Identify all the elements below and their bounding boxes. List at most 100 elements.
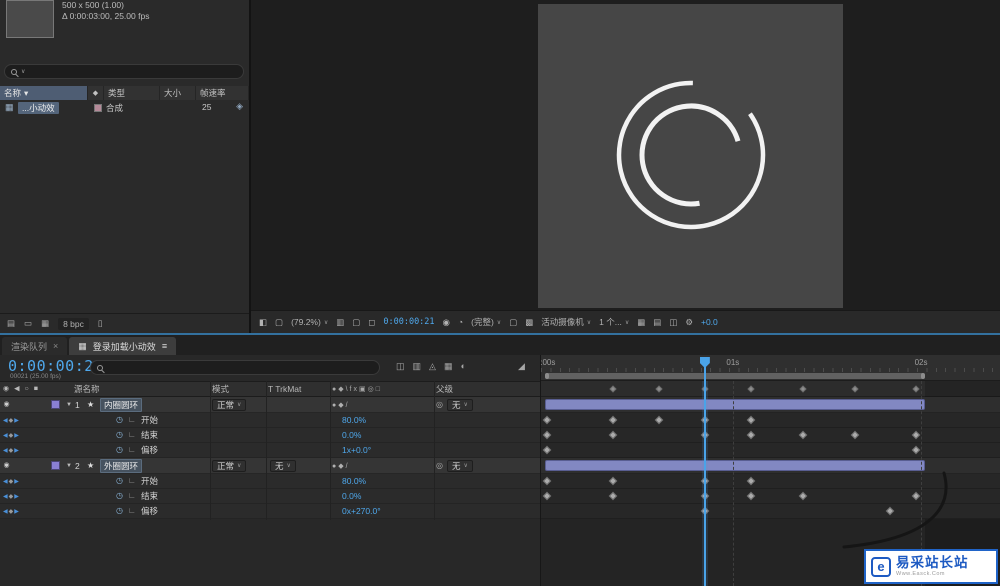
close-icon[interactable]: ×: [53, 341, 58, 351]
project-item-row[interactable]: ▦ ...小动效 合成 25 ◈: [0, 101, 249, 115]
channels-icon[interactable]: ◧: [259, 318, 267, 327]
camera-popup[interactable]: 活动摄像机 ∨: [541, 316, 591, 328]
property-name[interactable]: 结束: [141, 429, 158, 441]
show-snapshot-icon[interactable]: ◔: [458, 318, 463, 327]
guides-icon[interactable]: ▤: [653, 318, 661, 327]
property-name[interactable]: 偏移: [141, 505, 158, 517]
work-area-bar[interactable]: [545, 373, 926, 379]
motion-blur-icon[interactable]: ◐: [460, 362, 465, 371]
property-row-end[interactable]: ◀ ◆ ▶ ◷ ∟ 结束 0.0%: [0, 489, 540, 504]
stopwatch-icon[interactable]: ◷: [116, 507, 128, 515]
expand-icon[interactable]: ▼: [63, 402, 75, 408]
stopwatch-icon[interactable]: ◷: [116, 416, 128, 424]
column-parent[interactable]: 父级: [436, 383, 453, 395]
graph-icon[interactable]: ∟: [128, 446, 141, 454]
interpret-footage-icon[interactable]: ▤: [7, 319, 15, 328]
property-row-offset[interactable]: ◀ ◆ ▶ ◷ ∟ 偏移 1x+0.0°: [0, 443, 540, 458]
label-chip[interactable]: [51, 400, 60, 409]
property-name[interactable]: 结束: [141, 490, 158, 502]
pickwhip-icon[interactable]: ◎: [436, 400, 443, 409]
viewer-timecode[interactable]: 0:00:00:21: [383, 317, 434, 327]
layer-name[interactable]: 外圈圆环: [100, 458, 143, 473]
property-name[interactable]: 开始: [141, 475, 158, 487]
property-name[interactable]: 开始: [141, 414, 158, 426]
property-value[interactable]: 0.0%: [342, 430, 361, 440]
region-of-interest-icon[interactable]: ▢: [352, 318, 360, 327]
panel-menu-icon[interactable]: ≡: [162, 341, 167, 351]
view-layout-popup[interactable]: 1 个... ∨: [599, 316, 629, 328]
graph-icon[interactable]: ∟: [128, 431, 141, 439]
fast-previews-icon[interactable]: ▢: [509, 318, 517, 327]
new-composition-icon[interactable]: ▦: [41, 319, 49, 328]
column-header-label[interactable]: ◆: [88, 86, 104, 100]
keyframe-navigator[interactable]: ◀ ◆ ▶: [0, 447, 30, 454]
time-ruler[interactable]: 0:00s 01s 02s: [541, 355, 1000, 381]
keyframe-navigator[interactable]: ◀ ◆ ▶: [0, 417, 30, 424]
eye-icon[interactable]: ◉: [0, 401, 13, 408]
property-value[interactable]: 0x+270.0°: [342, 506, 381, 516]
property-row-end[interactable]: ◀ ◆ ▶ ◷ ∟ 结束 0.0%: [0, 428, 540, 443]
parent-dropdown[interactable]: 无 ∨: [446, 398, 473, 411]
column-header-size[interactable]: 大小: [160, 86, 196, 100]
graph-icon[interactable]: ∟: [128, 416, 141, 424]
transparency-grid-icon[interactable]: ▩: [525, 318, 533, 327]
column-header-name[interactable]: 名称 ▾: [0, 86, 88, 100]
column-mode[interactable]: 模式: [212, 383, 229, 395]
layer-switches[interactable]: ●◆/: [332, 462, 350, 470]
grid-guides-icon[interactable]: ▥: [336, 318, 344, 327]
composition-canvas[interactable]: [538, 4, 843, 308]
exposure-gear-icon[interactable]: ⚙: [685, 318, 693, 327]
property-value[interactable]: 80.0%: [342, 476, 366, 486]
monitor-icon[interactable]: ▢: [275, 318, 283, 327]
layer-duration-bar[interactable]: [545, 399, 926, 410]
layer-name[interactable]: 内圈圆环: [100, 397, 143, 412]
column-source-name[interactable]: 源名称: [74, 383, 100, 395]
stopwatch-icon[interactable]: ◷: [116, 431, 128, 439]
pixel-aspect-icon[interactable]: ▦: [637, 318, 645, 327]
exposure-value[interactable]: +0.0: [701, 317, 718, 327]
eye-icon[interactable]: ◉: [0, 462, 13, 469]
property-row-start[interactable]: ◀ ◆ ▶ ◷ ∟ 开始 80.0%: [0, 474, 540, 489]
project-bit-depth-button[interactable]: 8 bpc: [58, 317, 89, 330]
stopwatch-icon[interactable]: ◷: [116, 446, 128, 454]
property-value[interactable]: 0.0%: [342, 491, 361, 501]
draft-3d-icon[interactable]: ▥: [413, 362, 422, 371]
magnification-popup[interactable]: (79.2%) ∨: [291, 317, 328, 327]
mask-visibility-icon[interactable]: ◻: [368, 318, 375, 327]
mini-flowchart-icon[interactable]: ◫: [396, 362, 405, 371]
trash-icon[interactable]: ▯: [98, 319, 103, 328]
keyframe-track-start[interactable]: [541, 413, 1000, 428]
stopwatch-icon[interactable]: ◷: [116, 477, 128, 485]
column-header-framerate[interactable]: 帧速率: [196, 86, 249, 100]
keyframe-track-offset[interactable]: [541, 443, 1000, 458]
mode-dropdown[interactable]: 正常 ∨: [212, 459, 247, 472]
resolution-popup[interactable]: (完整) ∨: [471, 316, 501, 328]
take-snapshot-icon[interactable]: ◉: [443, 318, 450, 327]
tab-composition[interactable]: ▦ 登录加载小动效 ≡: [69, 337, 177, 355]
new-folder-icon[interactable]: ▭: [24, 319, 32, 328]
timeline-search-input[interactable]: [90, 360, 380, 375]
project-item-name[interactable]: ...小动效: [18, 102, 59, 114]
keyframe-navigator[interactable]: ◀ ◆ ▶: [0, 493, 30, 500]
keyframe-summary-track[interactable]: [541, 381, 1000, 397]
label-chip[interactable]: [51, 461, 60, 470]
keyframe-navigator[interactable]: ◀ ◆ ▶: [0, 478, 30, 485]
property-value[interactable]: 80.0%: [342, 415, 366, 425]
layer-row-2[interactable]: ◉ ▼ 2 ★ 外圈圆环 正常 ∨ 无 ∨ ●◆/ ◎ 无 ∨: [0, 458, 540, 474]
project-search-input[interactable]: ∨: [4, 64, 244, 79]
stopwatch-icon[interactable]: ◷: [116, 492, 128, 500]
keyframe-navigator[interactable]: ◀ ◆ ▶: [0, 508, 30, 515]
graph-icon[interactable]: ∟: [128, 492, 141, 500]
property-name[interactable]: 偏移: [141, 444, 158, 456]
parent-dropdown[interactable]: 无 ∨: [446, 459, 473, 472]
keyframe-navigator[interactable]: ◀ ◆ ▶: [0, 432, 30, 439]
graph-editor-icon[interactable]: ◢: [518, 362, 525, 371]
pickwhip-icon[interactable]: ◎: [436, 461, 443, 470]
tab-render-queue[interactable]: 渲染队列 ×: [2, 337, 68, 355]
column-trkmat[interactable]: T TrkMat: [268, 384, 301, 394]
layer-switches[interactable]: ●◆/: [332, 401, 350, 409]
mode-dropdown[interactable]: 正常 ∨: [212, 398, 247, 411]
graph-icon[interactable]: ∟: [128, 507, 141, 515]
keyframe-track-end[interactable]: [541, 428, 1000, 443]
trkmat-dropdown[interactable]: 无 ∨: [270, 459, 296, 472]
